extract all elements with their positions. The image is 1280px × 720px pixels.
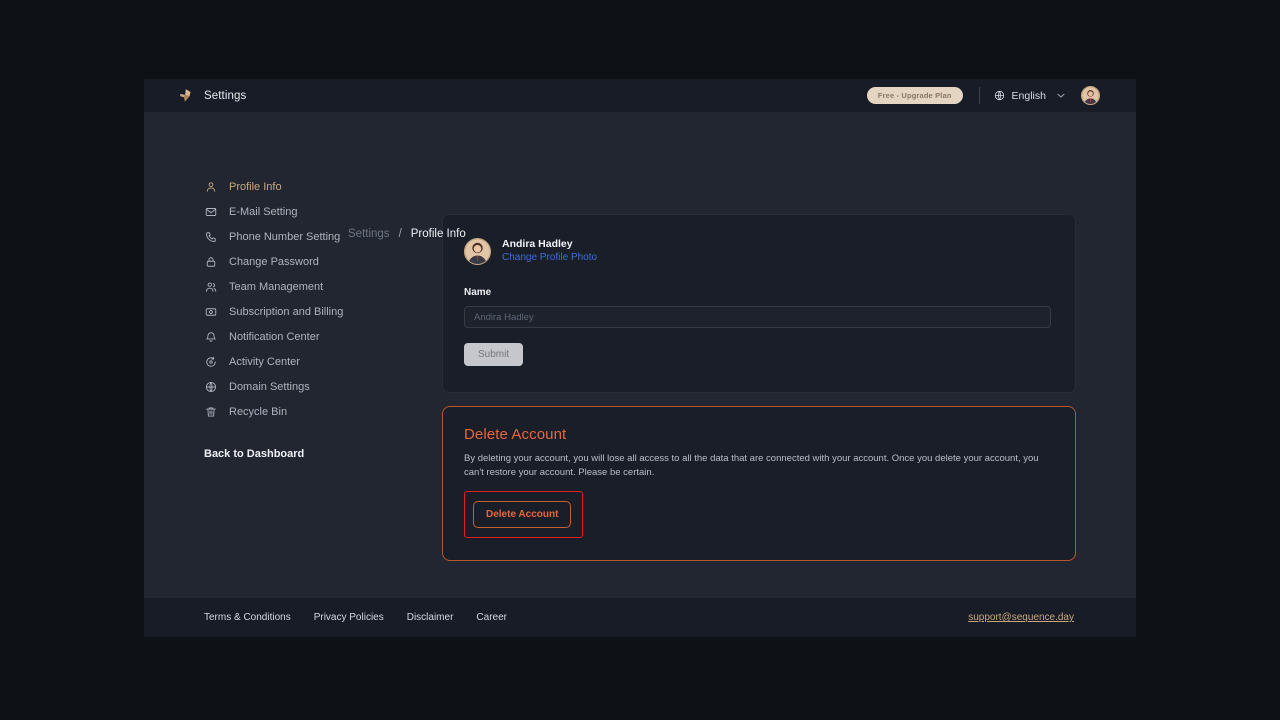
profile-summary: Andira Hadley Change Profile Photo: [464, 237, 1051, 265]
user-icon: [204, 180, 217, 193]
sidebar-item-label: Phone Number Setting: [229, 230, 341, 243]
support-email-link[interactable]: support@sequence.day: [968, 612, 1074, 623]
avatar-image: [465, 238, 490, 264]
profile-avatar[interactable]: [464, 237, 491, 265]
activity-icon: [204, 355, 217, 368]
delete-account-annotation: Delete Account: [464, 491, 584, 539]
chevron-down-icon: [1057, 93, 1065, 98]
footer-links: Terms & Conditions Privacy Policies Disc…: [204, 612, 507, 623]
delete-account-heading: Delete Account: [464, 426, 567, 444]
delete-account-section: Delete Account By deleting your account,…: [442, 406, 1076, 562]
profile-info-card: Andira Hadley Change Profile Photo Name …: [442, 214, 1076, 394]
name-field-label: Name: [464, 287, 492, 299]
globe-icon: [204, 380, 217, 393]
profile-name: Andira Hadley: [502, 238, 573, 250]
footer-link-terms[interactable]: Terms & Conditions: [204, 612, 291, 623]
sidebar-item-profile-info[interactable]: Profile Info: [204, 174, 442, 199]
sidebar-item-label: Domain Settings: [229, 380, 310, 393]
sidebar-item-subscription-and-billing[interactable]: Subscription and Billing: [204, 299, 442, 324]
name-input[interactable]: [464, 306, 1051, 329]
footer-link-career[interactable]: Career: [476, 612, 507, 623]
divider: [978, 87, 980, 104]
envelope-icon: [204, 205, 217, 218]
breadcrumb-parent[interactable]: Settings: [348, 228, 390, 240]
sidebar-nav: Profile Info E-Mail Setting Phone Number…: [204, 174, 442, 424]
page-body: Profile Info E-Mail Setting Phone Number…: [144, 112, 1136, 597]
avatar[interactable]: [1081, 86, 1100, 105]
globe-icon: [994, 90, 1004, 101]
footer: Terms & Conditions Privacy Policies Disc…: [144, 597, 1136, 637]
sidebar-item-email-setting[interactable]: E-Mail Setting: [204, 199, 442, 224]
phone-icon: [204, 230, 217, 243]
submit-button[interactable]: Submit: [464, 343, 524, 367]
language-label: English: [1011, 89, 1046, 102]
breadcrumb: Settings / Profile Info: [348, 228, 466, 240]
footer-link-privacy[interactable]: Privacy Policies: [314, 612, 384, 623]
sidebar-item-label: Profile Info: [229, 180, 282, 193]
sidebar-item-label: Notification Center: [229, 330, 320, 343]
billing-card-icon: [204, 305, 217, 318]
sidebar-item-change-password[interactable]: Change Password: [204, 249, 442, 274]
change-profile-photo-link[interactable]: Change Profile Photo: [502, 251, 597, 265]
language-selector[interactable]: English: [994, 90, 1065, 102]
sidebar-item-label: Subscription and Billing: [229, 305, 344, 318]
top-bar-right: Free - Upgrade Plan English: [866, 86, 1100, 105]
sidebar-item-team-management[interactable]: Team Management: [204, 274, 442, 299]
brand: Settings: [178, 88, 246, 103]
sidebar-item-domain-settings[interactable]: Domain Settings: [204, 374, 442, 399]
lock-icon: [204, 255, 217, 268]
trash-icon: [204, 405, 217, 418]
breadcrumb-current: Profile Info: [410, 228, 466, 240]
delete-account-description: By deleting your account, you will lose …: [464, 453, 1039, 478]
sidebar-item-label: Team Management: [229, 280, 324, 293]
sidebar-item-label: Recycle Bin: [229, 405, 288, 418]
sidebar-item-notification-center[interactable]: Notification Center: [204, 324, 442, 349]
upgrade-plan-badge[interactable]: Free - Upgrade Plan: [866, 87, 963, 104]
breadcrumb-separator: /: [398, 228, 402, 240]
sidebar: Profile Info E-Mail Setting Phone Number…: [144, 112, 442, 597]
footer-link-disclaimer[interactable]: Disclaimer: [407, 612, 454, 623]
main-content: Andira Hadley Change Profile Photo Name …: [442, 112, 1136, 597]
sidebar-item-recycle-bin[interactable]: Recycle Bin: [204, 399, 442, 424]
sidebar-item-label: Activity Center: [229, 355, 300, 368]
sequence-logo-icon: [180, 89, 191, 102]
avatar-image: [1082, 87, 1099, 104]
back-to-dashboard-link[interactable]: Back to Dashboard: [204, 448, 442, 460]
delete-account-button[interactable]: Delete Account: [473, 501, 572, 529]
profile-identity: Andira Hadley Change Profile Photo: [502, 237, 597, 265]
sidebar-item-label: Change Password: [229, 255, 319, 268]
top-bar: Settings Free - Upgrade Plan English: [144, 79, 1136, 112]
app-viewport: Settings Free - Upgrade Plan English Pro…: [144, 79, 1136, 637]
bell-icon: [204, 330, 217, 343]
sidebar-item-activity-center[interactable]: Activity Center: [204, 349, 442, 374]
app-title: Settings: [204, 89, 247, 102]
users-icon: [204, 280, 217, 293]
sidebar-item-label: E-Mail Setting: [229, 205, 298, 218]
